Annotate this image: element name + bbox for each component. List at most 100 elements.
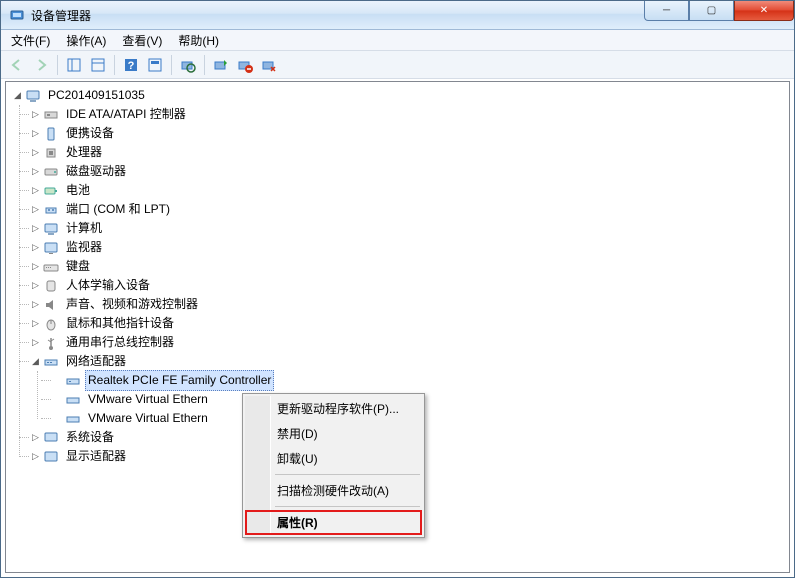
tree-category-computer[interactable]: ▷计算机 [30,219,789,238]
close-button[interactable]: ✕ [734,1,794,21]
computer-cat-icon [43,221,59,237]
menu-file[interactable]: 文件(F) [3,30,58,51]
tree-category-ide[interactable]: ▷ IDE ATA/ATAPI 控制器 [30,105,789,124]
ctx-update-driver[interactable]: 更新驱动程序软件(P)... [245,396,422,421]
context-menu-separator [275,506,420,507]
expand-icon[interactable]: ▷ [30,261,41,272]
toolbar-separator [114,55,115,75]
keyboard-icon [43,259,59,275]
menu-bar: 文件(F) 操作(A) 查看(V) 帮助(H) [1,30,794,51]
tree-category-monitor[interactable]: ▷ 监视器 [30,238,789,257]
tree-device-label: Realtek PCIe FE Family Controller [85,370,274,391]
system-icon [43,430,59,446]
menu-view[interactable]: 查看(V) [114,30,170,51]
display-icon [43,449,59,465]
tree-label: 网络适配器 [63,351,129,372]
properties-toolbar-button[interactable] [86,53,110,77]
context-menu-separator [275,474,420,475]
tree-category-sound[interactable]: ▷ 声音、视频和游戏控制器 [30,295,789,314]
ctx-scan-hardware[interactable]: 扫描检测硬件改动(A) [245,478,422,503]
toolbar-separator [171,55,172,75]
minimize-button[interactable]: ─ [644,1,689,21]
disable-button[interactable] [257,53,281,77]
maximize-button[interactable]: ▢ [689,1,734,21]
expand-icon[interactable]: ▷ [30,185,41,196]
tree-category-usb[interactable]: ▷ 通用串行总线控制器 [30,333,789,352]
title-bar[interactable]: 设备管理器 ─ ▢ ✕ [1,1,794,30]
hid-icon [43,278,59,294]
tree-label: 电池 [63,180,93,201]
ctx-properties[interactable]: 属性(R) [245,510,422,535]
app-icon [9,7,25,23]
tree-category-ports[interactable]: ▷ 端口 (COM 和 LPT) [30,200,789,219]
action-button[interactable] [143,53,167,77]
tree-category-keyboard[interactable]: ▷键盘 [30,257,789,276]
collapse-icon[interactable]: ◢ [30,356,41,367]
expand-icon[interactable]: ▷ [30,280,41,291]
expand-icon[interactable]: ▷ [30,451,41,462]
tree-label: 人体学输入设备 [63,275,153,296]
tree-category-mouse[interactable]: ▷ 鼠标和其他指针设备 [30,314,789,333]
tree-category-network[interactable]: ◢ 网络适配器 [30,352,789,371]
tree-label: 显示适配器 [63,446,129,467]
mouse-icon [43,316,59,332]
ide-icon [43,107,59,123]
tree-category-battery[interactable]: ▷ 电池 [30,181,789,200]
window-title: 设备管理器 [31,7,91,24]
tree-label: 鼠标和其他指针设备 [63,313,177,334]
toolbar-separator [57,55,58,75]
expand-icon[interactable]: ▷ [30,166,41,177]
toolbar-separator [204,55,205,75]
menu-help[interactable]: 帮助(H) [170,30,227,51]
nic-icon [65,411,81,427]
help-button[interactable]: ? [119,53,143,77]
battery-icon [43,183,59,199]
usb-icon [43,335,59,351]
show-hide-tree-button[interactable] [62,53,86,77]
expand-icon[interactable]: ▷ [30,147,41,158]
expand-icon[interactable]: ▷ [30,432,41,443]
cpu-icon [43,145,59,161]
tree-device-label: VMware Virtual Ethern [85,408,211,429]
tree-device-realtek[interactable]: ▷Realtek PCIe FE Family Controller [52,371,789,390]
tree-label: 通用串行总线控制器 [63,332,177,353]
computer-icon [25,88,41,104]
tree-label: 声音、视频和游戏控制器 [63,294,201,315]
sound-icon [43,297,59,313]
expand-icon[interactable]: ▷ [30,318,41,329]
tree-category-hid[interactable]: ▷ 人体学输入设备 [30,276,789,295]
tree-device-label: VMware Virtual Ethern [85,389,211,410]
tree-label: IDE ATA/ATAPI 控制器 [63,104,189,125]
tree-root[interactable]: ◢ PC201409151035 [12,86,789,105]
menu-action[interactable]: 操作(A) [58,30,114,51]
expand-icon[interactable]: ▷ [30,299,41,310]
forward-button[interactable] [29,53,53,77]
tree-category-cpu[interactable]: ▷ 处理器 [30,143,789,162]
scan-hardware-button[interactable] [176,53,200,77]
tree-label: 端口 (COM 和 LPT) [63,199,173,220]
disk-icon [43,164,59,180]
update-driver-button[interactable] [209,53,233,77]
monitor-icon [43,240,59,256]
tree-category-disk[interactable]: ▷磁盘驱动器 [30,162,789,181]
collapse-icon[interactable]: ◢ [12,90,23,101]
tree-label: 处理器 [63,142,105,163]
expand-icon[interactable]: ▷ [30,223,41,234]
tree-category-portable[interactable]: ▷ 便携设备 [30,124,789,143]
tree-label: 系统设备 [63,427,117,448]
expand-icon[interactable]: ▷ [30,204,41,215]
back-button[interactable] [5,53,29,77]
expand-icon[interactable]: ▷ [30,128,41,139]
tree-label: 便携设备 [63,123,117,144]
uninstall-button[interactable] [233,53,257,77]
ctx-uninstall[interactable]: 卸载(U) [245,446,422,471]
expand-icon[interactable]: ▷ [30,242,41,253]
ctx-disable[interactable]: 禁用(D) [245,421,422,446]
tree-root-label: PC201409151035 [45,85,148,106]
nic-icon [65,373,81,389]
network-icon [43,354,59,370]
tree-label: 监视器 [63,237,105,258]
maximize-icon: ▢ [707,5,716,16]
expand-icon[interactable]: ▷ [30,109,41,120]
expand-icon[interactable]: ▷ [30,337,41,348]
